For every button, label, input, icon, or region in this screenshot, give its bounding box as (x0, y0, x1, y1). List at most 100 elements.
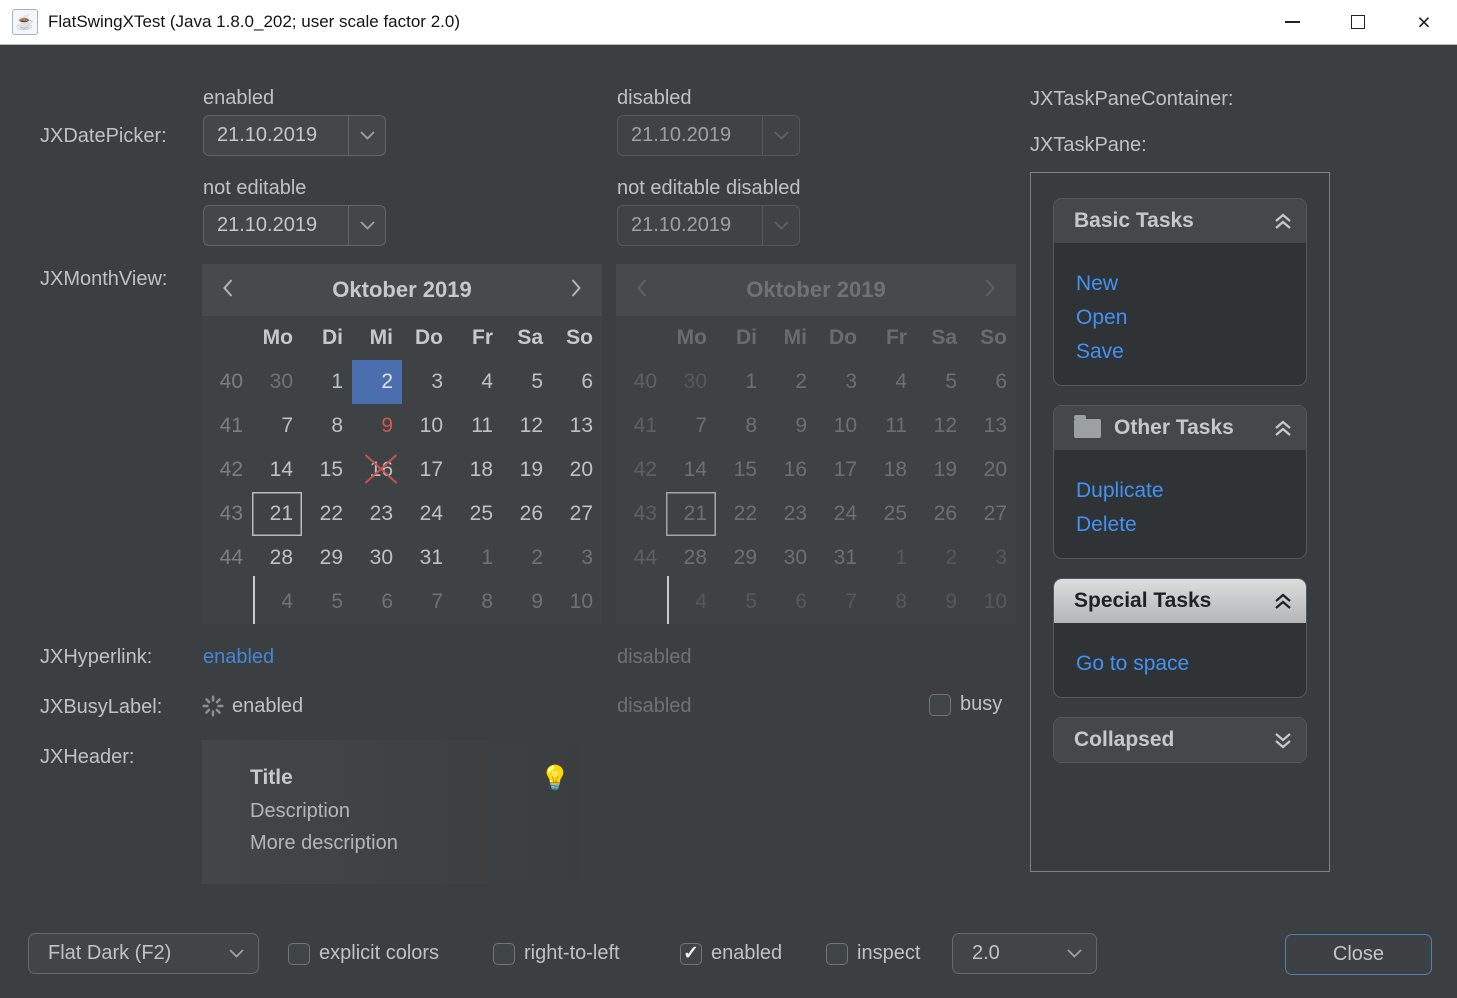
expand-icon[interactable] (1274, 732, 1292, 749)
monthview-enabled[interactable]: Oktober 2019MoDiMiDoFrSaSo40301234564178… (202, 264, 602, 624)
explicit-colors-checkbox-row[interactable]: explicit colors (288, 942, 439, 965)
day-cell[interactable]: 13 (552, 404, 602, 448)
day-cell[interactable]: 8 (452, 580, 502, 624)
day-cell[interactable]: 3 (552, 536, 602, 580)
day-cell[interactable]: 16 (352, 448, 402, 492)
day-cell[interactable]: 2 (352, 360, 402, 404)
day-cell[interactable]: 5 (502, 360, 552, 404)
day-cell[interactable]: 21 (252, 492, 302, 536)
day-cell[interactable]: 11 (452, 404, 502, 448)
inspect-checkbox-row[interactable]: inspect (826, 942, 920, 965)
taskpane-container: Basic Tasks NewOpenSave Other Tasks Duplica… (1030, 172, 1330, 872)
datepicker-value[interactable]: 21.10.2019 (204, 124, 348, 147)
day-cell[interactable]: 4 (252, 580, 302, 624)
day-cell[interactable]: 20 (552, 448, 602, 492)
day-cell[interactable]: 31 (402, 536, 452, 580)
window-controls: × (1259, 0, 1457, 44)
right-to-left-checkbox[interactable] (493, 943, 515, 965)
day-cell[interactable]: 30 (352, 536, 402, 580)
day-name-cell: So (966, 316, 1016, 360)
day-cell[interactable]: 2 (502, 536, 552, 580)
jxtaskpane-label: JXTaskPane: (1030, 134, 1147, 157)
day-cell[interactable]: 19 (502, 448, 552, 492)
enabled-checkbox-row[interactable]: enabled (680, 942, 782, 965)
day-cell[interactable]: 10 (552, 580, 602, 624)
collapse-icon[interactable] (1274, 420, 1292, 437)
busy-checkbox[interactable] (929, 694, 951, 716)
chevron-down-icon (1052, 949, 1096, 958)
datepicker-not-editable[interactable]: 21.10.2019 (203, 205, 386, 246)
day-cell[interactable]: 7 (402, 580, 452, 624)
right-to-left-checkbox-row[interactable]: right-to-left (493, 942, 620, 965)
collapse-icon[interactable] (1274, 593, 1292, 610)
day-cell[interactable]: 5 (302, 580, 352, 624)
day-cell[interactable]: 17 (402, 448, 452, 492)
taskpane-header[interactable]: Special Tasks (1054, 579, 1306, 623)
close-window-button[interactable]: × (1391, 0, 1457, 44)
datepicker-enabled[interactable]: 21.10.2019 (203, 115, 386, 156)
taskpane-link[interactable]: Save (1076, 335, 1306, 369)
day-cell[interactable]: 7 (252, 404, 302, 448)
day-cell[interactable]: 9 (502, 580, 552, 624)
enabled-checkbox[interactable] (680, 943, 702, 965)
taskpane-header[interactable]: Other Tasks (1054, 406, 1306, 450)
datepicker-value[interactable]: 21.10.2019 (204, 214, 348, 237)
day-cell[interactable]: 14 (252, 448, 302, 492)
day-cell[interactable]: 18 (452, 448, 502, 492)
day-cell[interactable]: 15 (302, 448, 352, 492)
day-cell[interactable]: 28 (252, 536, 302, 580)
collapse-icon[interactable] (1274, 213, 1292, 230)
day-cell[interactable]: 1 (452, 536, 502, 580)
taskpane-link[interactable]: Open (1076, 301, 1306, 335)
theme-combobox[interactable]: Flat Dark (F2) (28, 933, 259, 974)
day-cell[interactable]: 22 (302, 492, 352, 536)
day-cell[interactable]: 9 (352, 404, 402, 448)
monthview-title: Oktober 2019 (668, 277, 964, 303)
day-cell: 9 (766, 404, 816, 448)
day-cell[interactable]: 6 (552, 360, 602, 404)
week-corner-cell (616, 316, 666, 360)
taskpane-link[interactable]: Delete (1076, 508, 1306, 542)
busy-checkbox-row[interactable]: busy (929, 693, 1002, 716)
day-cell[interactable]: 24 (402, 492, 452, 536)
day-cell[interactable]: 3 (402, 360, 452, 404)
scale-combobox[interactable]: 2.0 (952, 933, 1097, 974)
explicit-colors-checkbox[interactable] (288, 943, 310, 965)
day-cell[interactable]: 8 (302, 404, 352, 448)
day-cell[interactable]: 12 (502, 404, 552, 448)
taskpane-link[interactable]: Duplicate (1076, 474, 1306, 508)
taskpane-link[interactable]: New (1076, 267, 1306, 301)
day-name-cell: Do (402, 316, 452, 360)
day-cell[interactable]: 29 (302, 536, 352, 580)
maximize-button[interactable] (1325, 0, 1391, 44)
taskpane-header[interactable]: Basic Tasks (1054, 199, 1306, 243)
day-cell[interactable]: 25 (452, 492, 502, 536)
day-name-cell: Sa (916, 316, 966, 360)
day-cell: 7 (816, 580, 866, 624)
day-cell: 8 (716, 404, 766, 448)
day-cell[interactable]: 30 (252, 360, 302, 404)
taskpane-title: Other Tasks (1114, 416, 1274, 440)
taskpane-header[interactable]: Collapsed (1054, 718, 1306, 762)
day-name-cell: Mo (666, 316, 716, 360)
minimize-button[interactable] (1259, 0, 1325, 44)
day-cell[interactable]: 1 (302, 360, 352, 404)
prev-month-button[interactable] (202, 279, 254, 302)
inspect-checkbox[interactable] (826, 943, 848, 965)
chevron-down-icon[interactable] (348, 116, 385, 155)
taskpane-link[interactable]: Go to space (1076, 647, 1306, 681)
day-cell[interactable]: 27 (552, 492, 602, 536)
day-cell[interactable]: 4 (452, 360, 502, 404)
day-cell: 30 (766, 536, 816, 580)
chevron-down-icon[interactable] (348, 206, 385, 245)
day-cell[interactable]: 26 (502, 492, 552, 536)
close-button[interactable]: Close (1285, 934, 1432, 975)
day-cell[interactable]: 6 (352, 580, 402, 624)
datepicker-caption-noteditable: not editable (203, 177, 306, 200)
week-number-cell: 41 (202, 404, 252, 448)
day-cell[interactable]: 23 (352, 492, 402, 536)
next-month-button[interactable] (550, 279, 602, 302)
day-cell[interactable]: 10 (402, 404, 452, 448)
chevron-down-icon (214, 949, 258, 958)
hyperlink-enabled[interactable]: enabled (203, 646, 274, 669)
